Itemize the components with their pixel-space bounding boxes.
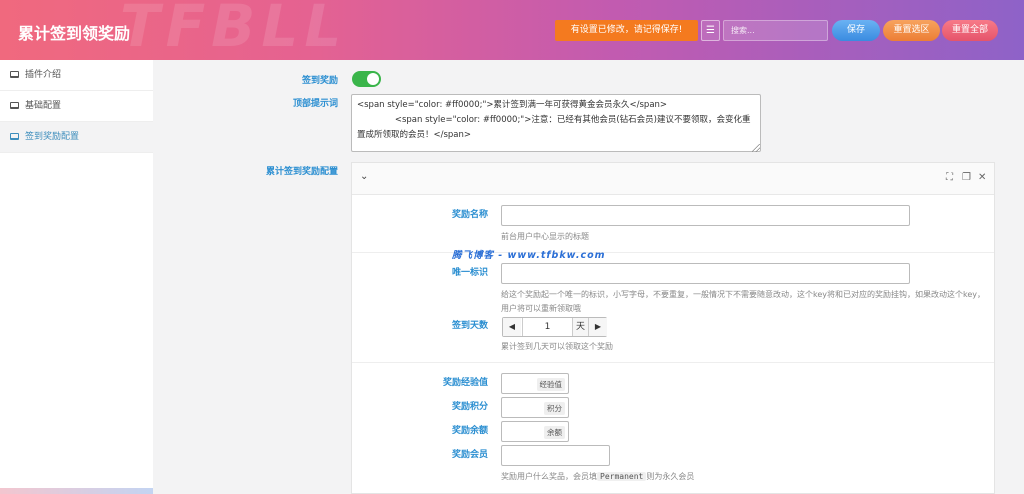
signin-reward-toggle[interactable]	[352, 71, 381, 87]
sidebar-bottom-strip	[0, 488, 153, 494]
vip-help-text: 奖励用户什么奖品，会员填	[501, 472, 597, 481]
fullscreen-icon[interactable]: ⛶	[946, 172, 953, 183]
vip-help-code: Permanent	[597, 472, 647, 481]
reward-points-input[interactable]: 积分	[501, 397, 569, 418]
reward-vip-label: 奖励会员	[451, 450, 488, 460]
laptop-icon	[10, 102, 19, 109]
divider	[352, 252, 994, 253]
sidebar-item-label: 插件介绍	[25, 70, 62, 80]
chevron-down-icon[interactable]: ⌄	[360, 171, 368, 182]
top-tip-textarea[interactable]: <span style="color: #ff0000;">累计签到满一年可获得…	[351, 94, 761, 152]
reward-exp-input[interactable]: 经验值	[501, 373, 569, 394]
panel-header: ⌄ ⛶ ❐ ✕	[352, 163, 994, 195]
reward-vip-input[interactable]	[501, 445, 610, 466]
signin-days-value[interactable]: 1	[522, 318, 572, 336]
vip-help-text-after: 则为永久会员	[646, 472, 695, 481]
copy-icon[interactable]: ❐	[962, 172, 971, 183]
unique-id-help: 给这个奖励起一个唯一的标识，小写字母，不要重复，一般情况下不需要随意改动，这个k…	[501, 290, 986, 313]
laptop-icon	[10, 133, 19, 140]
reward-name-help: 前台用户中心显示的标题	[501, 232, 589, 241]
signin-days-label: 签到天数	[451, 321, 488, 331]
reward-name-label: 奖励名称	[451, 210, 488, 220]
list-icon[interactable]: ☰	[701, 20, 720, 41]
reward-balance-label: 奖励余额	[451, 426, 488, 436]
sidebar: 插件介绍 基础配置 签到奖励配置	[0, 60, 153, 494]
signin-days-stepper: ◀ 1 天 ▶	[502, 317, 607, 337]
unique-id-label: 唯一标识	[451, 268, 488, 278]
balance-addon: 余额	[544, 426, 565, 439]
decrement-button[interactable]: ◀	[503, 318, 521, 336]
laptop-icon	[10, 71, 19, 78]
reward-balance-input[interactable]: 余额	[501, 421, 569, 442]
unique-id-input[interactable]	[501, 263, 910, 284]
points-addon: 积分	[544, 402, 565, 415]
unsaved-changes-notice: 有设置已修改，请记得保存!	[555, 20, 698, 41]
reward-points-label: 奖励积分	[451, 402, 488, 412]
sidebar-item-plugin-intro[interactable]: 插件介绍	[0, 60, 153, 91]
divider	[352, 362, 994, 363]
reward-vip-help: 奖励用户什么奖品，会员填 Permanent 则为永久会员	[501, 470, 694, 484]
increment-button[interactable]: ▶	[589, 318, 607, 336]
sidebar-item-basic-config[interactable]: 基础配置	[0, 91, 153, 122]
reward-config-label: 累计签到奖励配置	[265, 167, 338, 177]
reset-all-button[interactable]: 重置全部	[942, 20, 998, 41]
signin-reward-label: 签到奖励	[301, 76, 338, 86]
signin-days-help: 累计签到几天可以领取这个奖励	[501, 342, 613, 351]
days-unit: 天	[572, 318, 589, 336]
site-watermark: 腾飞博客 - www.tfbkw.com	[452, 250, 606, 261]
header-watermark-text: TFBLL	[120, 0, 348, 60]
exp-addon: 经验值	[536, 378, 565, 391]
search-input[interactable]	[723, 20, 828, 41]
save-button[interactable]: 保存	[832, 20, 880, 41]
close-icon[interactable]: ✕	[978, 172, 986, 183]
page-title: 累计签到领奖励	[18, 24, 131, 43]
top-header: TFBLL 累计签到领奖励 有设置已修改，请记得保存! ☰ 保存 重置选区 重置…	[0, 0, 1024, 60]
sidebar-item-label: 签到奖励配置	[25, 132, 80, 142]
sidebar-item-label: 基础配置	[25, 101, 62, 111]
top-tip-label: 顶部提示词	[292, 99, 338, 109]
reward-name-input[interactable]	[501, 205, 910, 226]
reward-exp-label: 奖励经验值	[442, 378, 488, 388]
sidebar-item-signin-reward-config[interactable]: 签到奖励配置	[0, 122, 153, 153]
toggle-knob	[367, 73, 379, 85]
resize-grip-icon[interactable]	[752, 144, 760, 152]
reset-selection-button[interactable]: 重置选区	[883, 20, 940, 41]
